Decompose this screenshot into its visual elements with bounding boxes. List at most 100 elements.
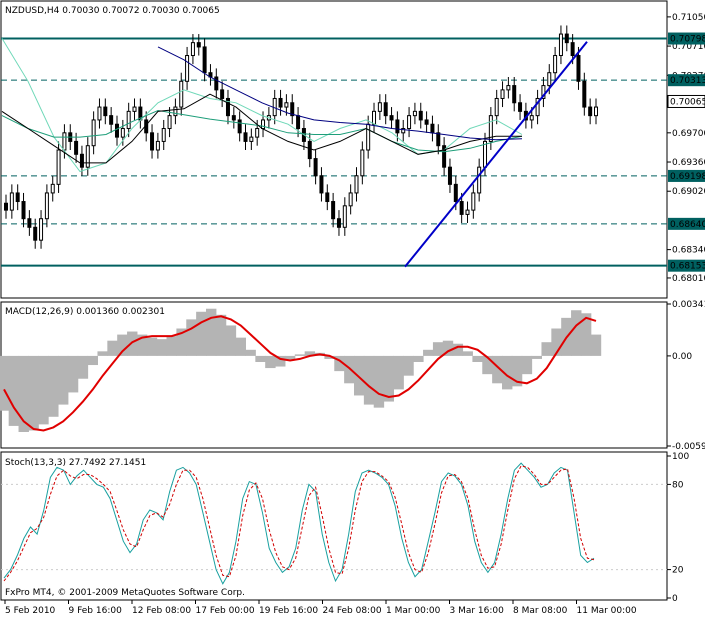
candle-body [383, 102, 388, 117]
macd-bar [521, 355, 533, 375]
candle-body [529, 115, 534, 121]
x-tick-label: 12 Feb 08:00 [132, 606, 191, 616]
candle-body [27, 218, 32, 228]
macd-bar [413, 355, 424, 362]
candle-body [372, 110, 377, 125]
candle-body [506, 85, 511, 91]
candle-body [377, 102, 382, 112]
candle-body [155, 140, 160, 151]
x-tick-label: 17 Feb 00:00 [196, 606, 255, 616]
x-tick-label: 8 Mar 08:00 [513, 606, 568, 616]
candle-body [547, 72, 552, 87]
macd-panel[interactable]: MACD(12,26,9) 0.001360 0.002301 0.003410… [0, 300, 705, 452]
candle-body [477, 166, 482, 194]
x-tick-label: 11 Mar 00:00 [577, 606, 637, 616]
candle-body [307, 140, 312, 160]
macd-bar [38, 355, 49, 425]
candle-body [558, 33, 563, 57]
x-tick-label: 19 Feb 16:00 [259, 606, 318, 616]
candle-body [459, 201, 464, 215]
macd-bar [541, 342, 552, 356]
macd-bar [571, 310, 582, 356]
candle-body [447, 166, 452, 185]
candle-body [313, 158, 318, 177]
x-tick-label: 9 Feb 16:00 [69, 606, 123, 616]
candle-body [553, 55, 558, 74]
candle-body [278, 97, 283, 108]
macd-bar [344, 355, 355, 384]
price-panel[interactable]: NZDUSD,H4 0.70030 0.70072 0.70030 0.7006… [0, 0, 705, 299]
candle-body [582, 80, 587, 108]
x-tick-label: 1 Mar 00:00 [386, 606, 441, 616]
candle-body [196, 42, 201, 48]
macd-bar [353, 355, 365, 396]
candle-body [395, 119, 400, 134]
macd-bar [452, 343, 464, 356]
candle-body [85, 145, 90, 168]
candle-body [284, 102, 289, 108]
candle-body [564, 33, 569, 44]
candle-body [21, 201, 26, 220]
price-panel-title: NZDUSD,H4 0.70030 0.70072 0.70030 0.7006… [5, 6, 220, 16]
candle-body [74, 140, 79, 155]
macd-bar [462, 351, 473, 356]
candle-body [348, 192, 353, 207]
copyright-text: FxPro MT4, © 2001-2009 MetaQuotes Softwa… [5, 588, 245, 598]
macd-bar [373, 355, 385, 408]
candle-body [331, 201, 336, 220]
candle-body [15, 192, 20, 203]
candle-body [319, 175, 324, 194]
current-price-label: 0.70065 [670, 97, 705, 107]
macd-bar [205, 308, 217, 356]
y-tick-label: 0.69020 [672, 187, 705, 197]
candle-body [103, 106, 108, 117]
macd-bar [127, 331, 138, 356]
candle-body [161, 128, 166, 142]
macd-bar [186, 319, 197, 356]
macd-bar [87, 355, 99, 366]
candle-body [588, 106, 593, 117]
macd-y-tick-label: -0.00592 [672, 442, 705, 452]
candle-body [220, 89, 225, 99]
macd-bar [363, 355, 375, 405]
x-tick-label: 5 Feb 2010 [5, 606, 56, 616]
stoch-y-tick-label: 0 [672, 594, 678, 604]
candle-body [255, 128, 260, 138]
candle-body [9, 192, 14, 211]
candle-body [179, 80, 184, 108]
level-price-label: 0.68153 [670, 262, 705, 272]
macd-bar [67, 355, 79, 393]
stoch-panel[interactable]: Stoch(13,3,3) 27.7492 27.1451 FxPro MT4,… [0, 451, 689, 604]
macd-bar [432, 342, 444, 356]
stoch-y-tick-label: 100 [672, 452, 689, 462]
y-tick-label: 0.69360 [672, 158, 705, 168]
candle-body [39, 218, 44, 241]
macd-bar [423, 349, 434, 356]
macd-bar [97, 351, 108, 356]
candle-body [33, 226, 38, 241]
stoch-y-tick-label: 20 [672, 566, 684, 576]
macd-bar [57, 355, 69, 405]
candle-body [44, 192, 49, 220]
candle-body [325, 192, 330, 203]
candle-body [132, 106, 137, 112]
candle-body [150, 132, 155, 151]
candle-body [360, 149, 365, 177]
candle-body [453, 183, 458, 203]
candle-body [570, 42, 575, 57]
macd-bar [383, 355, 395, 402]
macd-panel-title: MACD(12,26,9) 0.001360 0.002301 [5, 307, 165, 317]
candle-body [436, 132, 441, 147]
candle-body [120, 128, 125, 138]
candle-body [173, 106, 178, 117]
candle-body [167, 115, 172, 130]
candle-body [243, 132, 248, 142]
macd-axis: 0.00341 0.00 -0.00592 [667, 300, 705, 452]
candle-body [576, 55, 581, 82]
candle-body [500, 89, 505, 99]
macd-bar [590, 334, 602, 356]
candle-body [62, 132, 67, 151]
candle-body [237, 119, 242, 134]
candle-body [407, 115, 412, 130]
macd-bar [531, 355, 543, 359]
